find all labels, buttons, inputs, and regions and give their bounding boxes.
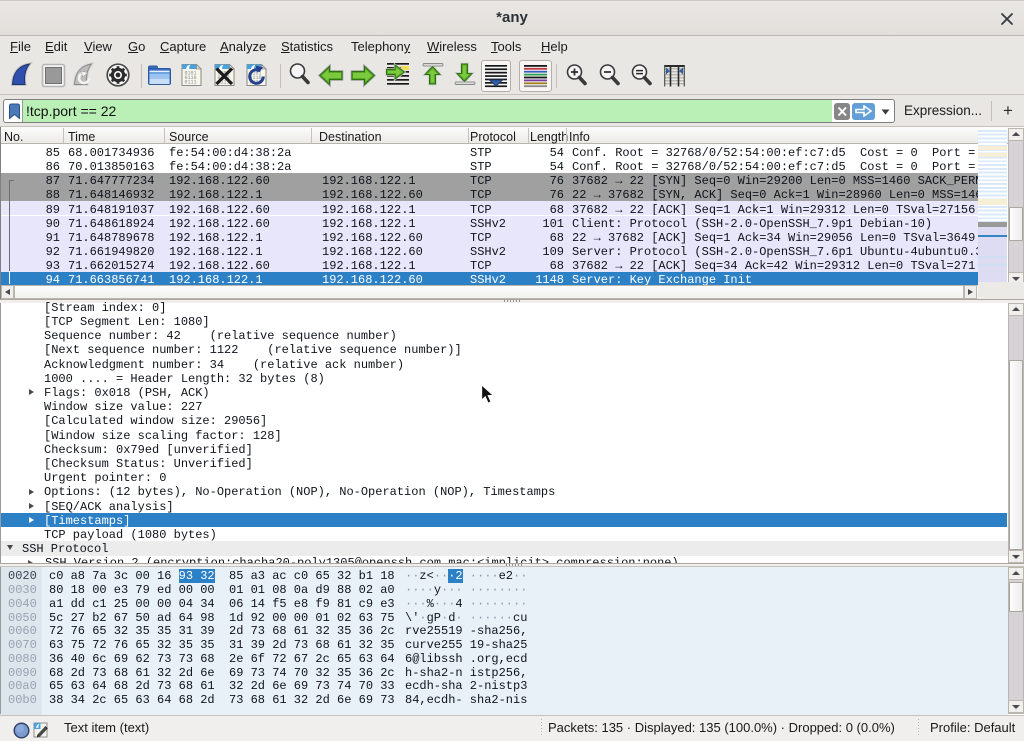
svg-text:0111: 0111 — [185, 80, 197, 86]
